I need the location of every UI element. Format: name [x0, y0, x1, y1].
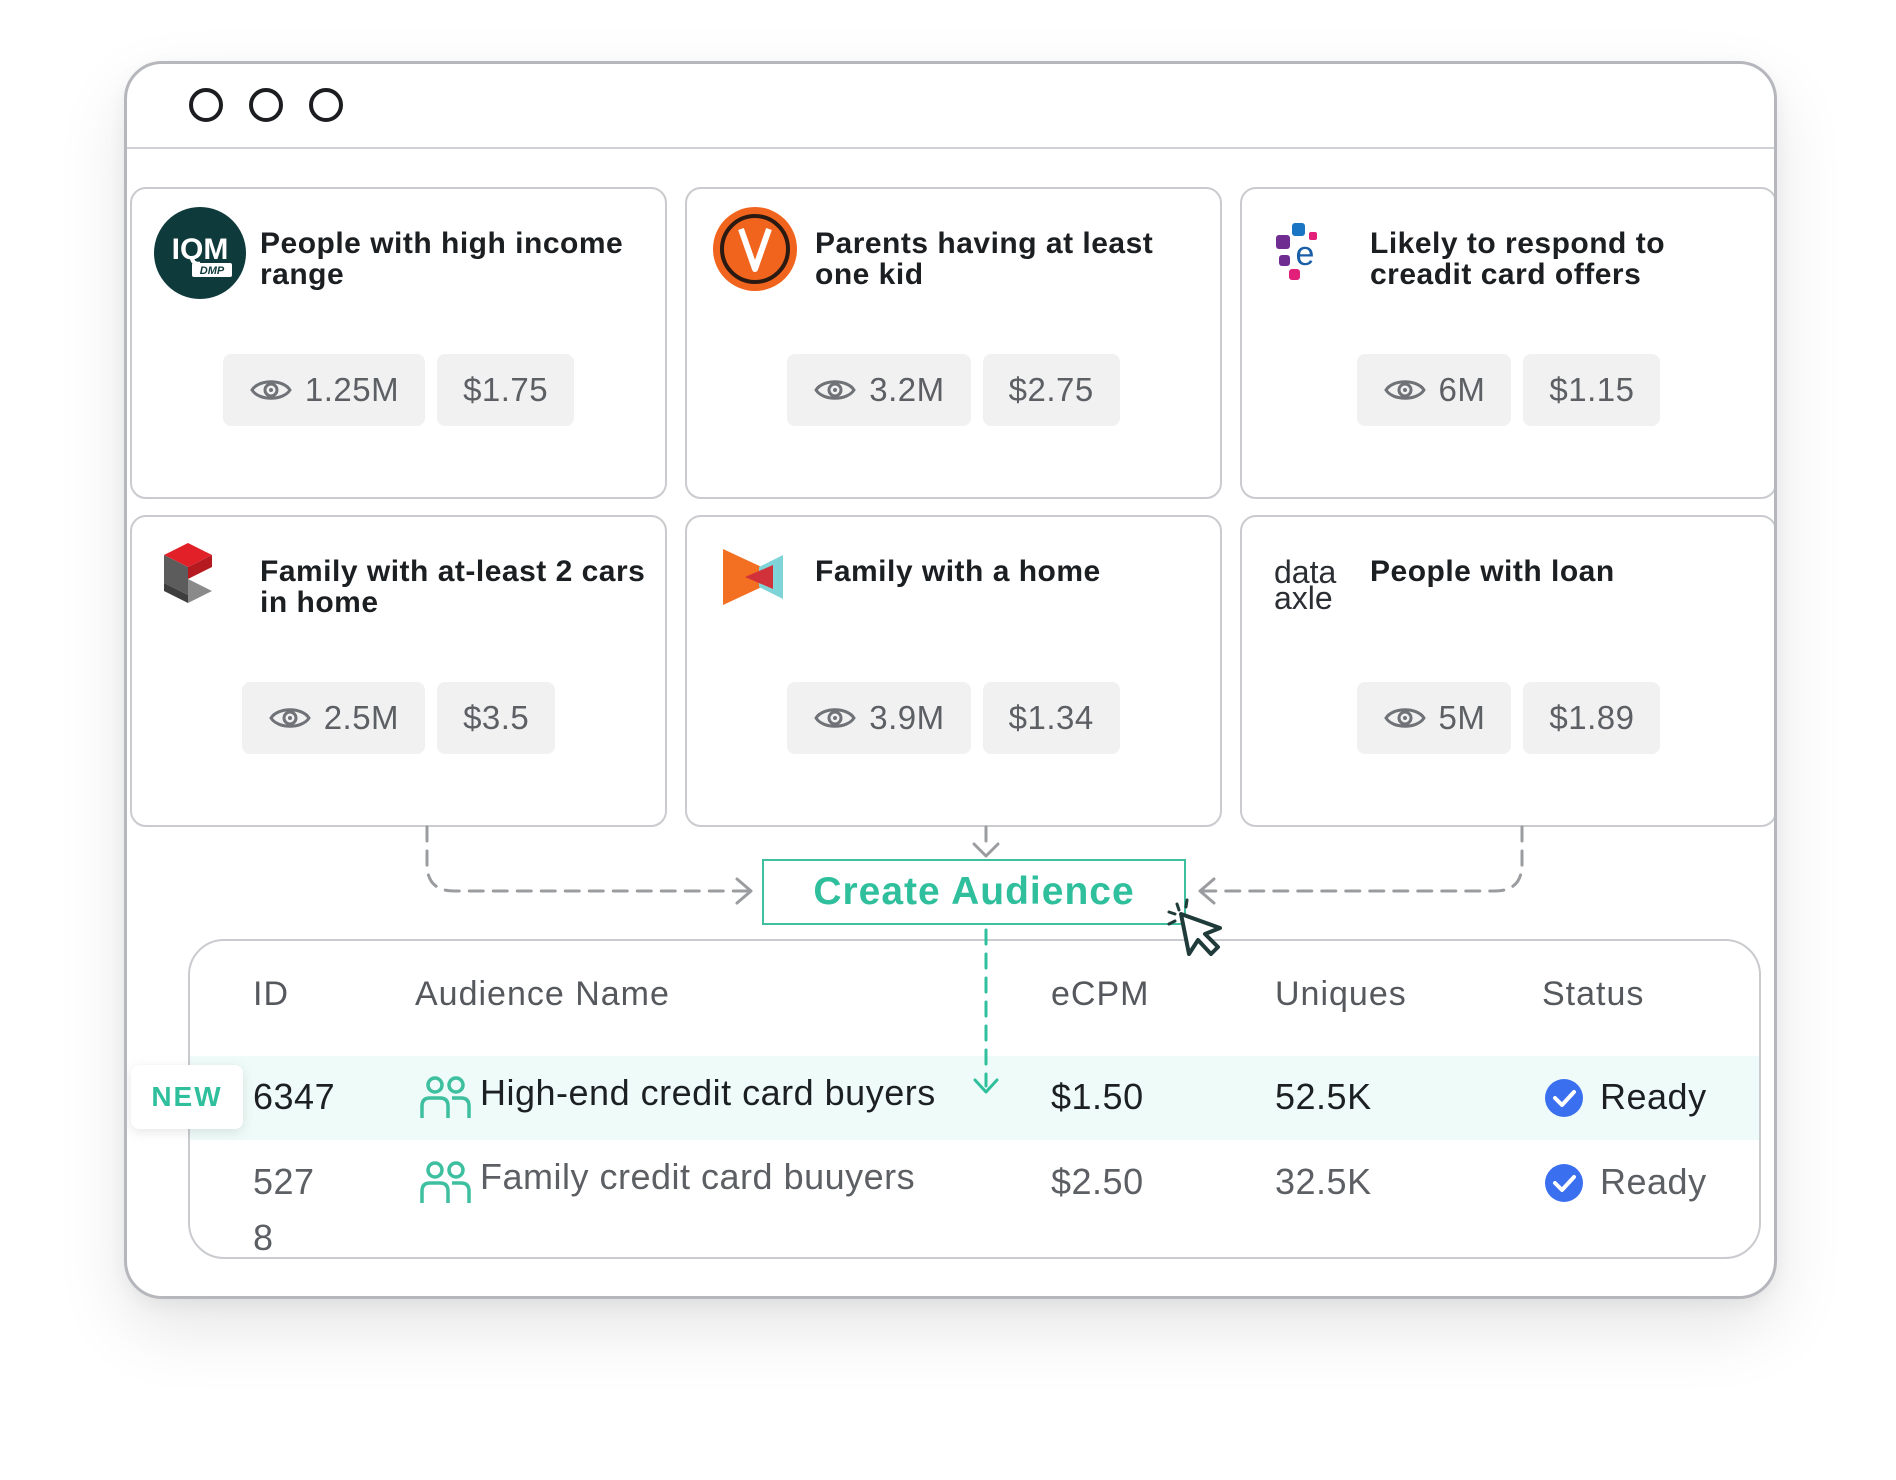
- eye-icon: [1383, 380, 1426, 400]
- svg-text:DMP: DMP: [200, 265, 225, 277]
- eye-icon: [1383, 708, 1426, 728]
- header-status[interactable]: Status: [1542, 975, 1644, 1014]
- v-circle-logo: [713, 207, 797, 291]
- segment-title: People with high income range: [260, 227, 624, 291]
- segment-stats: 2.5M $3.5: [132, 682, 665, 754]
- header-uniques[interactable]: Uniques: [1275, 975, 1407, 1014]
- row-ecpm: $1.50: [1051, 1076, 1144, 1117]
- segment-title: People with loan: [1370, 555, 1615, 588]
- data-axle-logo: data axle: [1274, 554, 1336, 616]
- app-window: IQM DMP People with high income range 1.…: [124, 61, 1777, 1299]
- price-chip: $3.5: [437, 682, 556, 754]
- eye-icon: [814, 380, 857, 400]
- segment-card-income[interactable]: IQM DMP People with high income range 1.…: [130, 187, 667, 499]
- row-uniques: 52.5K: [1275, 1076, 1372, 1117]
- segment-stats: 3.9M $1.34: [687, 682, 1220, 754]
- people-icon: [420, 1076, 471, 1118]
- row-audience-name[interactable]: High-end credit card buyers: [480, 1072, 936, 1114]
- segment-title: Parents having at least one kid: [815, 227, 1154, 291]
- create-audience-button[interactable]: Create Audience: [762, 859, 1186, 925]
- row-id-line1: 527: [253, 1161, 315, 1202]
- row-uniques: 32.5K: [1275, 1161, 1372, 1202]
- row-status: Ready: [1600, 1076, 1707, 1117]
- segment-title: Family with a home: [815, 555, 1101, 588]
- audience-table: ID Audience Name eCPM Uniques Status 634…: [188, 939, 1761, 1259]
- price-chip: $1.89: [1523, 682, 1661, 754]
- price-chip: $1.34: [982, 682, 1120, 754]
- uniques-chip: 6M: [1356, 354, 1512, 426]
- segment-stats: 6M $1.15: [1242, 354, 1774, 426]
- price-chip: $1.75: [437, 354, 575, 426]
- uniques-value: 1.25M: [304, 371, 400, 408]
- window-control-2[interactable]: [249, 88, 283, 122]
- price-value: $2.75: [1008, 371, 1094, 408]
- uniques-value: 3.9M: [869, 699, 945, 736]
- price-value: $1.34: [1008, 699, 1094, 736]
- price-value: $1.75: [463, 371, 549, 408]
- header-ecpm[interactable]: eCPM: [1051, 975, 1149, 1014]
- window-control-1[interactable]: [189, 88, 223, 122]
- uniques-chip: 3.9M: [787, 682, 971, 754]
- eye-icon: [814, 708, 857, 728]
- title-bar: [127, 64, 1774, 149]
- window-control-3[interactable]: [309, 88, 343, 122]
- price-chip: $2.75: [982, 354, 1120, 426]
- new-badge: NEW: [131, 1065, 243, 1129]
- row-audience-name[interactable]: Family credit card buuyers: [480, 1156, 915, 1198]
- segment-card-credit-offers[interactable]: e Likely to respond to creadit card offe…: [1240, 187, 1774, 499]
- svg-text:IQM: IQM: [172, 233, 229, 266]
- price-value: $1.15: [1549, 371, 1635, 408]
- segment-card-home[interactable]: Family with a home 3.9M $1.34: [685, 515, 1222, 827]
- uniques-chip: 1.25M: [222, 354, 426, 426]
- people-icon: [420, 1161, 471, 1203]
- check-circle-icon: [1545, 1079, 1583, 1117]
- svg-text:e: e: [1296, 235, 1315, 273]
- price-value: $3.5: [463, 699, 530, 736]
- header-id[interactable]: ID: [253, 975, 289, 1014]
- segment-title: Family with at-least 2 cars in home: [260, 555, 646, 619]
- segment-stats: 5M $1.89: [1242, 682, 1774, 754]
- uniques-value: 5M: [1438, 699, 1486, 736]
- segment-card-parents[interactable]: Parents having at least one kid 3.2M $2.…: [685, 187, 1222, 499]
- uniques-chip: 2.5M: [241, 682, 426, 754]
- header-audience-name[interactable]: Audience Name: [415, 975, 670, 1014]
- red-gray-cube-logo: [164, 543, 212, 603]
- uniques-value: 3.2M: [869, 371, 945, 408]
- check-circle-icon: [1545, 1164, 1583, 1202]
- cursor-click-icon: [1167, 898, 1222, 956]
- row-ecpm: $2.50: [1051, 1161, 1144, 1202]
- price-chip: $1.15: [1523, 354, 1661, 426]
- segment-card-cars[interactable]: Family with at-least 2 cars in home 2.5M…: [130, 515, 667, 827]
- row-status: Ready: [1600, 1161, 1707, 1202]
- row-id-line2: 8: [253, 1217, 274, 1258]
- svg-text:axle: axle: [1274, 580, 1333, 616]
- iqm-dmp-logo: IQM DMP: [154, 207, 246, 299]
- segment-card-loan[interactable]: data axle People with loan 5M $1.89: [1240, 515, 1774, 827]
- segment-stats: 3.2M $2.75: [687, 354, 1220, 426]
- uniques-chip: 3.2M: [787, 354, 971, 426]
- row-id: 527 8: [253, 1161, 315, 1258]
- row-id: 6347: [253, 1076, 336, 1117]
- eye-icon: [268, 708, 311, 728]
- orange-play-logo: [723, 549, 783, 605]
- segment-title: Likely to respond to creadit card offers: [1370, 227, 1666, 291]
- uniques-value: 2.5M: [323, 699, 400, 736]
- price-value: $1.89: [1549, 699, 1635, 736]
- eye-icon: [250, 380, 292, 400]
- experian-dots-logo: e: [1276, 223, 1317, 280]
- segment-stats: 1.25M $1.75: [132, 354, 665, 426]
- uniques-value: 6M: [1438, 371, 1486, 408]
- uniques-chip: 5M: [1356, 682, 1512, 754]
